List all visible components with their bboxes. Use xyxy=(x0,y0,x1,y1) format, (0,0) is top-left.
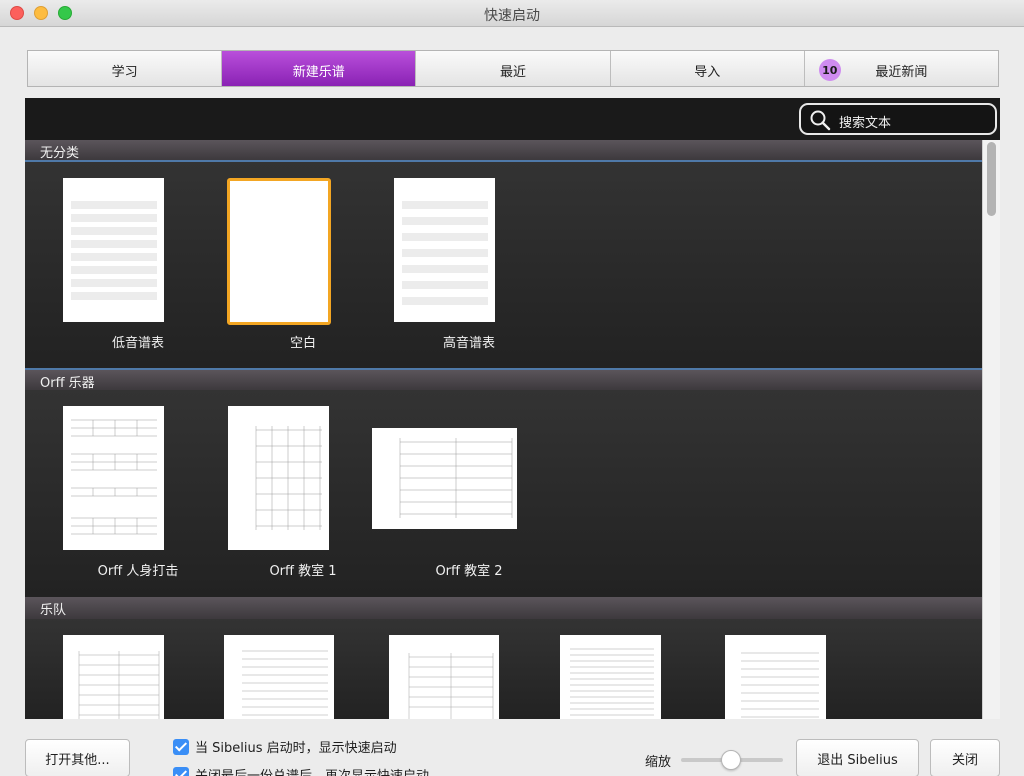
search-input[interactable]: 搜索文本 xyxy=(799,103,997,135)
template-label: 空白 xyxy=(289,336,316,351)
tab-learn[interactable]: 学习 xyxy=(28,51,223,86)
search-placeholder: 搜索文本 xyxy=(839,116,892,131)
template-bass-staff[interactable]: 低音谱表 xyxy=(53,162,223,368)
template-thumbnail xyxy=(63,178,164,322)
tab-latest-news[interactable]: 10 最近新闻 xyxy=(804,51,999,86)
tab-label: 新建乐谱 xyxy=(292,65,345,80)
template-label: Orff 人身打击 xyxy=(97,564,179,579)
template-band-1[interactable] xyxy=(63,635,164,719)
checkbox-checked-icon xyxy=(173,766,189,776)
template-orff-classroom-1[interactable]: Orff 教室 1 xyxy=(218,390,388,597)
button-label: 关闭 xyxy=(951,752,978,768)
template-thumbnail xyxy=(560,635,661,719)
template-band-2[interactable] xyxy=(224,635,334,719)
section-title: Orff 乐器 xyxy=(25,368,982,391)
search-bar: 搜索文本 xyxy=(25,98,1000,140)
template-band-3[interactable] xyxy=(389,635,499,719)
checkbox-label: 关闭最后一份总谱后，再次显示快速启动 xyxy=(195,765,429,776)
show-after-close-checkbox[interactable]: 关闭最后一份总谱后，再次显示快速启动 xyxy=(173,765,429,776)
section-band: 乐队 xyxy=(25,597,982,719)
window-title: 快速启动 xyxy=(484,8,540,24)
section-orff-instruments: Orff 乐器 Orff 人身打击 Orff 教室 1 Orff 教室 2 xyxy=(25,368,982,597)
show-on-start-checkbox[interactable]: 当 Sibelius 启动时，显示快速启动 xyxy=(173,737,397,756)
title-bar: 快速启动 xyxy=(0,0,1024,27)
checkbox-checked-icon xyxy=(173,738,189,755)
section-items: 低音谱表 空白 高音谱表 xyxy=(25,162,982,368)
zoom-label: 缩放 xyxy=(645,755,672,770)
button-label: 打开其他... xyxy=(45,752,110,768)
quit-sibelius-button[interactable]: 退出 Sibelius xyxy=(796,739,919,776)
close-button[interactable]: 关闭 xyxy=(930,739,1000,776)
template-treble-staff[interactable]: 高音谱表 xyxy=(384,162,554,368)
template-thumbnail xyxy=(63,406,164,550)
button-label: 退出 Sibelius xyxy=(817,752,898,768)
template-band-5[interactable] xyxy=(725,635,826,719)
template-blank[interactable]: 空白 xyxy=(218,162,388,368)
checkbox-label: 当 Sibelius 启动时，显示快速启动 xyxy=(195,741,397,756)
template-label: 低音谱表 xyxy=(111,336,164,351)
tab-bar: 学习 新建乐谱 最近 导入 10 最近新闻 xyxy=(27,50,999,87)
section-items xyxy=(25,619,982,719)
search-icon xyxy=(810,110,831,131)
template-thumbnail xyxy=(725,635,826,719)
template-thumbnail xyxy=(228,406,329,550)
section-title: 乐队 xyxy=(25,597,982,619)
template-label: 高音谱表 xyxy=(442,336,495,351)
template-thumbnail xyxy=(372,428,517,529)
template-thumbnail xyxy=(224,635,334,719)
tab-import[interactable]: 导入 xyxy=(610,51,805,86)
tab-new-score[interactable]: 新建乐谱 xyxy=(222,51,417,86)
news-count-badge: 10 xyxy=(818,59,841,81)
tab-label: 导入 xyxy=(694,65,721,80)
zoom-slider-thumb[interactable] xyxy=(721,750,741,770)
section-uncategorized: 无分类 低音谱表 空白 高音谱表 xyxy=(25,140,982,368)
tab-recent[interactable]: 最近 xyxy=(416,51,611,86)
template-gallery: 搜索文本 无分类 低音谱表 空白 高音谱表 Orff 乐器 Orff 人身打击 … xyxy=(25,98,1000,719)
template-orff-body-percussion[interactable]: Orff 人身打击 xyxy=(53,390,223,597)
template-orff-classroom-2[interactable]: Orff 教室 2 xyxy=(372,390,554,597)
template-thumbnail-selected xyxy=(227,178,331,325)
template-thumbnail xyxy=(394,178,495,322)
template-thumbnail xyxy=(63,635,164,719)
tab-label: 最近新闻 xyxy=(875,65,928,80)
tab-label: 学习 xyxy=(111,65,138,80)
template-label: Orff 教室 2 xyxy=(435,564,503,579)
gallery-scrollbar[interactable] xyxy=(982,140,1000,719)
tab-label: 最近 xyxy=(500,65,527,80)
template-thumbnail xyxy=(389,635,499,719)
section-items: Orff 人身打击 Orff 教室 1 Orff 教室 2 xyxy=(25,390,982,597)
open-other-button[interactable]: 打开其他... xyxy=(25,739,130,776)
template-label: Orff 教室 1 xyxy=(269,564,337,579)
scrollbar-thumb[interactable] xyxy=(987,142,996,216)
section-title: 无分类 xyxy=(25,140,982,162)
template-band-4[interactable] xyxy=(560,635,661,719)
